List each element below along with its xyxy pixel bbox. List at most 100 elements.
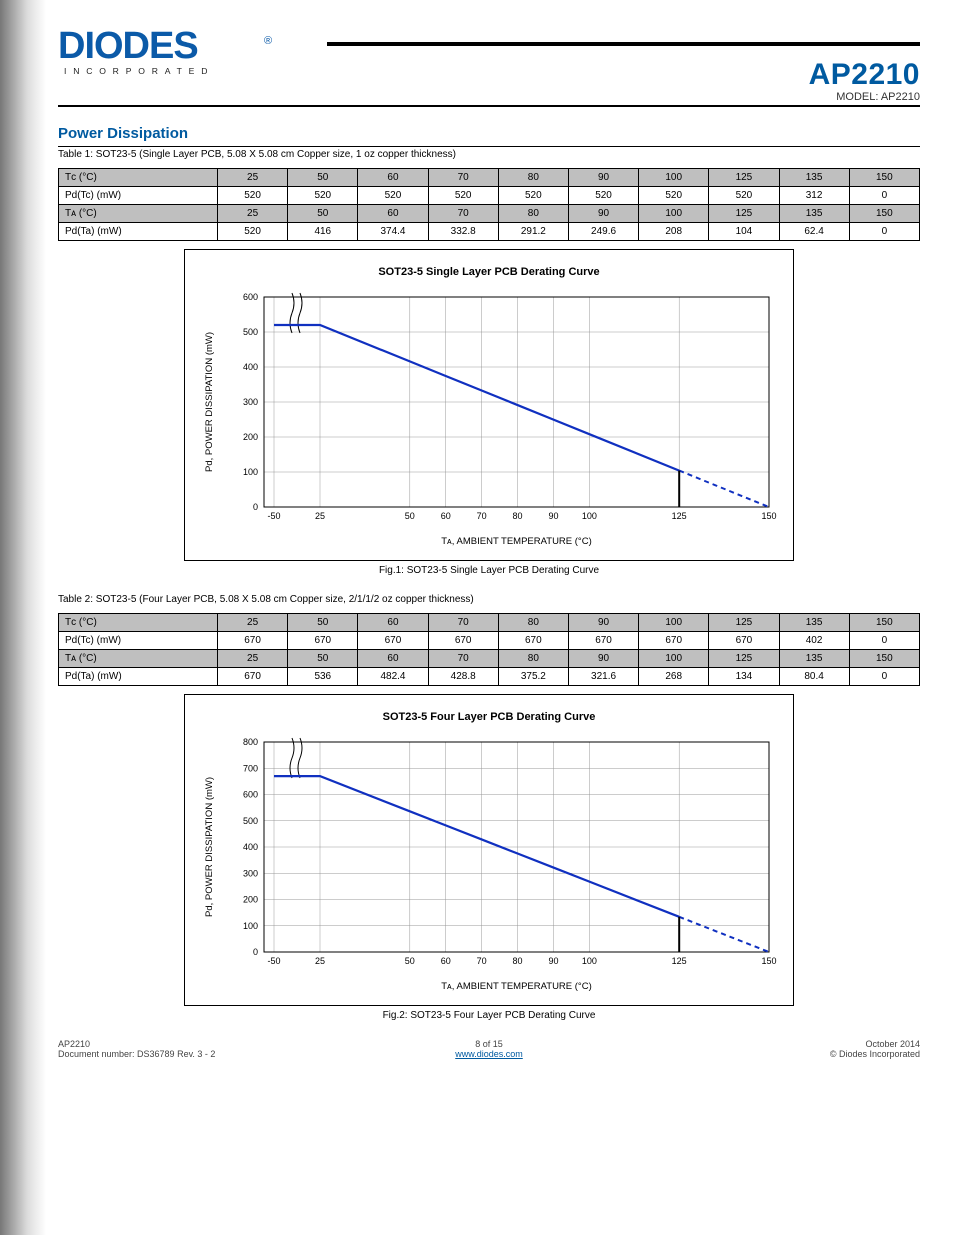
table-cell: 520: [288, 187, 358, 205]
table-cell: 520: [568, 187, 638, 205]
page-footer: AP2210 Document number: DS36789 Rev. 3 -…: [58, 1039, 920, 1059]
svg-text:25: 25: [315, 511, 325, 521]
table-cell: 125: [709, 650, 779, 668]
svg-text:100: 100: [243, 467, 258, 477]
svg-text:INCORPORATED: INCORPORATED: [64, 66, 214, 76]
footer-right1: October 2014: [705, 1039, 921, 1049]
table-cell: 0: [849, 223, 919, 241]
table-cell: 135: [779, 169, 849, 187]
table-cell: 402: [779, 632, 849, 650]
chart1-caption: Fig.1: SOT23-5 Single Layer PCB Derating…: [184, 565, 794, 576]
table-cell: 670: [218, 632, 288, 650]
table2-caption: Table 2: SOT23-5 (Four Layer PCB, 5.08 X…: [58, 594, 920, 605]
table-cell: 150: [849, 169, 919, 187]
table-cell: 321.6: [568, 668, 638, 686]
table-cell: 208: [639, 223, 709, 241]
table-cell: 25: [218, 169, 288, 187]
svg-text:Tᴀ, AMBIENT TEMPERATURE (°C): Tᴀ, AMBIENT TEMPERATURE (°C): [441, 536, 592, 547]
svg-text:80: 80: [513, 511, 523, 521]
chart1-frame: SOT23-5 Single Layer PCB Derating Curve …: [184, 249, 794, 561]
table-cell: 60: [358, 650, 428, 668]
table-cell: 100: [639, 614, 709, 632]
table-cell: 268: [639, 668, 709, 686]
table-cell: 312: [779, 187, 849, 205]
table1-caption: Table 1: SOT23-5 (Single Layer PCB, 5.08…: [58, 149, 920, 160]
table-cell: 0: [849, 668, 919, 686]
svg-text:300: 300: [243, 397, 258, 407]
table-cell: 60: [358, 205, 428, 223]
model-line: MODEL: AP2210: [809, 91, 920, 103]
svg-text:700: 700: [243, 763, 258, 773]
table-cell: 50: [288, 614, 358, 632]
header-rule: [327, 42, 920, 46]
svg-text:90: 90: [548, 511, 558, 521]
svg-text:500: 500: [243, 816, 258, 826]
svg-text:Pd, POWER DISSIPATION (mW): Pd, POWER DISSIPATION (mW): [204, 332, 215, 472]
svg-text:Tᴀ, AMBIENT TEMPERATURE (°C): Tᴀ, AMBIENT TEMPERATURE (°C): [441, 981, 592, 992]
svg-text:125: 125: [672, 956, 687, 966]
svg-text:DIODES: DIODES: [58, 25, 198, 67]
table-cell: 70: [428, 650, 498, 668]
table-row-label: Tᴀ (°C): [59, 205, 218, 223]
table-cell: 60: [358, 614, 428, 632]
svg-text:50: 50: [405, 956, 415, 966]
svg-text:-50: -50: [267, 956, 280, 966]
table-cell: 60: [358, 169, 428, 187]
svg-text:300: 300: [243, 868, 258, 878]
table-cell: 670: [498, 632, 568, 650]
footer-right2: © Diodes Incorporated: [705, 1049, 921, 1059]
footer-left1: AP2210: [58, 1039, 274, 1049]
table-cell: 670: [218, 668, 288, 686]
table2: Tᴄ (°C)255060708090100125135150Pd(Tc) (m…: [58, 613, 920, 686]
svg-text:-50: -50: [267, 511, 280, 521]
svg-text:100: 100: [243, 921, 258, 931]
table-cell: 670: [568, 632, 638, 650]
table-cell: 80.4: [779, 668, 849, 686]
table-cell: 520: [709, 187, 779, 205]
svg-text:600: 600: [243, 790, 258, 800]
table-cell: 520: [218, 223, 288, 241]
chart2: 0100200300400500600700800-50255060708090…: [194, 727, 784, 997]
svg-text:0: 0: [253, 502, 258, 512]
table-row-label: Pd(Ta) (mW): [59, 668, 218, 686]
table-cell: 70: [428, 169, 498, 187]
table-cell: 135: [779, 650, 849, 668]
svg-text:150: 150: [761, 956, 776, 966]
table-cell: 249.6: [568, 223, 638, 241]
svg-text:80: 80: [513, 956, 523, 966]
table-cell: 374.4: [358, 223, 428, 241]
divider: [58, 146, 920, 147]
svg-text:100: 100: [582, 511, 597, 521]
table-cell: 50: [288, 650, 358, 668]
chart2-frame: SOT23-5 Four Layer PCB Derating Curve 0 1…: [184, 694, 794, 1006]
table-row-label: Tᴄ (°C): [59, 614, 218, 632]
table-cell: 536: [288, 668, 358, 686]
svg-text:150: 150: [761, 511, 776, 521]
table-cell: 50: [288, 205, 358, 223]
chart2-title: SOT23-5 Four Layer PCB Derating Curve: [193, 711, 785, 723]
table-cell: 80: [498, 614, 568, 632]
chart2-caption: Fig.2: SOT23-5 Four Layer PCB Derating C…: [184, 1010, 794, 1021]
svg-text:400: 400: [243, 842, 258, 852]
table-cell: 80: [498, 650, 568, 668]
svg-text:125: 125: [672, 511, 687, 521]
table-cell: 25: [218, 650, 288, 668]
diodes-logo: DIODES ® INCORPORATED: [58, 18, 327, 88]
chart1: 0100200300400500600-50255060708090100125…: [194, 282, 784, 552]
table-cell: 125: [709, 614, 779, 632]
table-cell: 520: [218, 187, 288, 205]
svg-text:200: 200: [243, 432, 258, 442]
svg-text:600: 600: [243, 292, 258, 302]
table-cell: 70: [428, 205, 498, 223]
svg-text:200: 200: [243, 895, 258, 905]
footer-center2: www.diodes.com: [274, 1049, 705, 1059]
chart1-title: SOT23-5 Single Layer PCB Derating Curve: [193, 266, 785, 278]
svg-text:60: 60: [441, 511, 451, 521]
svg-text:0: 0: [253, 947, 258, 957]
part-number: AP2210: [809, 58, 920, 91]
table-cell: 104: [709, 223, 779, 241]
table-cell: 135: [779, 205, 849, 223]
table-cell: 520: [498, 187, 568, 205]
svg-text:70: 70: [477, 956, 487, 966]
table-cell: 291.2: [498, 223, 568, 241]
